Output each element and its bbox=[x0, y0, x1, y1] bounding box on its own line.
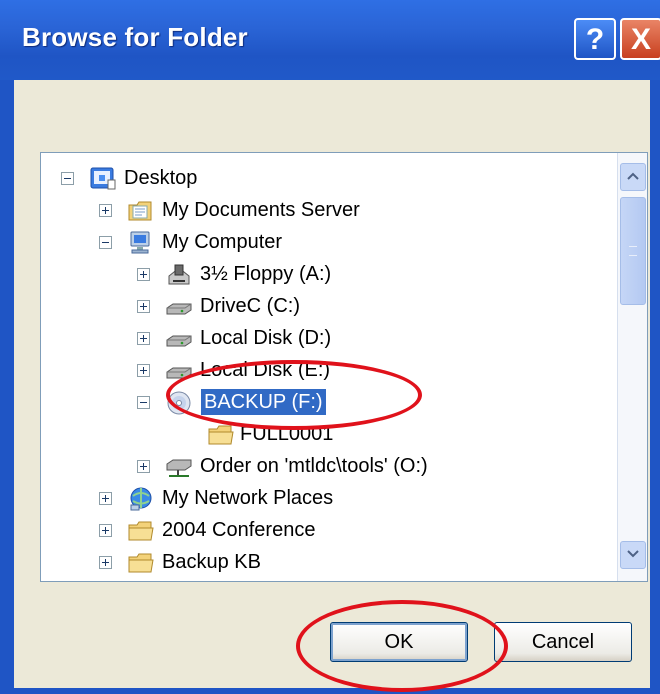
tree-item-label: Order on 'mtldc\tools' (O:) bbox=[200, 455, 428, 477]
collapse-toggle-icon[interactable] bbox=[99, 236, 112, 249]
tree-item-local-disk-e[interactable]: Local Disk (E:) bbox=[41, 355, 647, 387]
scroll-thumb[interactable] bbox=[620, 197, 646, 305]
expand-toggle-icon[interactable] bbox=[137, 364, 150, 377]
tree-item-label: 2004 Conference bbox=[162, 519, 316, 541]
tree-item-backup-kb[interactable]: Backup KB bbox=[41, 547, 647, 579]
tree-item-label: My Network Places bbox=[162, 487, 334, 509]
tree-item-label: DriveC (C:) bbox=[200, 295, 300, 317]
cancel-button[interactable]: Cancel bbox=[494, 622, 632, 662]
tree-item-my-network-places[interactable]: My Network Places bbox=[41, 483, 647, 515]
close-button[interactable]: X bbox=[620, 18, 660, 60]
expand-toggle-icon[interactable] bbox=[137, 332, 150, 345]
title-bar[interactable]: Browse for Folder ? X bbox=[0, 0, 660, 80]
tree-item-label: BACKUP (F:) bbox=[201, 389, 326, 415]
browse-for-folder-dialog: Browse for Folder ? X Desktop My Documen… bbox=[0, 0, 660, 694]
scroll-up-button[interactable] bbox=[620, 163, 646, 191]
floppy-drive-icon bbox=[165, 262, 193, 288]
tree-item-full0001[interactable]: FULL0001 bbox=[41, 419, 647, 451]
tree-item-local-disk-d[interactable]: Local Disk (D:) bbox=[41, 323, 647, 355]
network-drive-icon bbox=[165, 454, 193, 480]
folder-icon bbox=[207, 422, 235, 448]
tree-item-label: Backup KB bbox=[162, 551, 261, 573]
tree-item-label: FULL0001 bbox=[240, 423, 334, 445]
tree-item-order-on-mtldc-tools[interactable]: Order on 'mtldc\tools' (O:) bbox=[41, 451, 647, 483]
collapse-toggle-icon[interactable] bbox=[61, 172, 74, 185]
tree-item-label: My Computer bbox=[162, 231, 283, 253]
expand-toggle-icon[interactable] bbox=[137, 460, 150, 473]
tree-item-label: Desktop bbox=[124, 167, 198, 189]
tree-item-label: 3½ Floppy (A:) bbox=[200, 263, 332, 285]
tree-item-backup-f[interactable]: BACKUP (F:) bbox=[41, 387, 647, 419]
chevron-down-icon bbox=[627, 550, 639, 558]
expand-toggle-icon[interactable] bbox=[99, 492, 112, 505]
desktop-icon bbox=[89, 166, 117, 192]
expand-toggle-icon[interactable] bbox=[99, 556, 112, 569]
expand-toggle-icon[interactable] bbox=[137, 300, 150, 313]
tree-item-my-documents-server[interactable]: My Documents Server bbox=[41, 195, 647, 227]
expand-toggle-icon[interactable] bbox=[137, 268, 150, 281]
hard-drive-icon bbox=[165, 326, 193, 352]
folder-icon bbox=[127, 550, 155, 576]
folder-icon bbox=[127, 518, 155, 544]
window-frame-right bbox=[650, 80, 660, 694]
window-title: Browse for Folder bbox=[22, 22, 248, 52]
window-frame-left bbox=[0, 80, 14, 694]
help-button[interactable]: ? bbox=[574, 18, 616, 60]
scroll-down-button[interactable] bbox=[620, 541, 646, 569]
tree-item-drive-c[interactable]: DriveC (C:) bbox=[41, 291, 647, 323]
tree-item-label: Local Disk (E:) bbox=[200, 359, 331, 381]
chevron-up-icon bbox=[627, 172, 639, 180]
tree-item-label: My Documents Server bbox=[162, 199, 360, 221]
tree-item-desktop[interactable]: Desktop bbox=[41, 163, 647, 195]
network-places-icon bbox=[127, 486, 155, 512]
tree-item-label: Local Disk (D:) bbox=[200, 327, 332, 349]
folder-documents-icon bbox=[127, 198, 155, 224]
vertical-scrollbar[interactable] bbox=[617, 153, 647, 581]
computer-icon bbox=[127, 230, 155, 256]
expand-toggle-icon[interactable] bbox=[99, 524, 112, 537]
tree-item-my-computer[interactable]: My Computer bbox=[41, 227, 647, 259]
cd-drive-icon bbox=[165, 390, 193, 416]
hard-drive-icon bbox=[165, 294, 193, 320]
ok-button[interactable]: OK bbox=[330, 622, 468, 662]
folder-tree[interactable]: Desktop My Documents Server My Computer … bbox=[40, 152, 648, 582]
expand-toggle-icon[interactable] bbox=[99, 204, 112, 217]
tree-item-floppy[interactable]: 3½ Floppy (A:) bbox=[41, 259, 647, 291]
collapse-toggle-icon[interactable] bbox=[137, 396, 150, 409]
window-frame-bottom bbox=[0, 688, 660, 694]
tree-item-2004-conference[interactable]: 2004 Conference bbox=[41, 515, 647, 547]
hard-drive-icon bbox=[165, 358, 193, 384]
